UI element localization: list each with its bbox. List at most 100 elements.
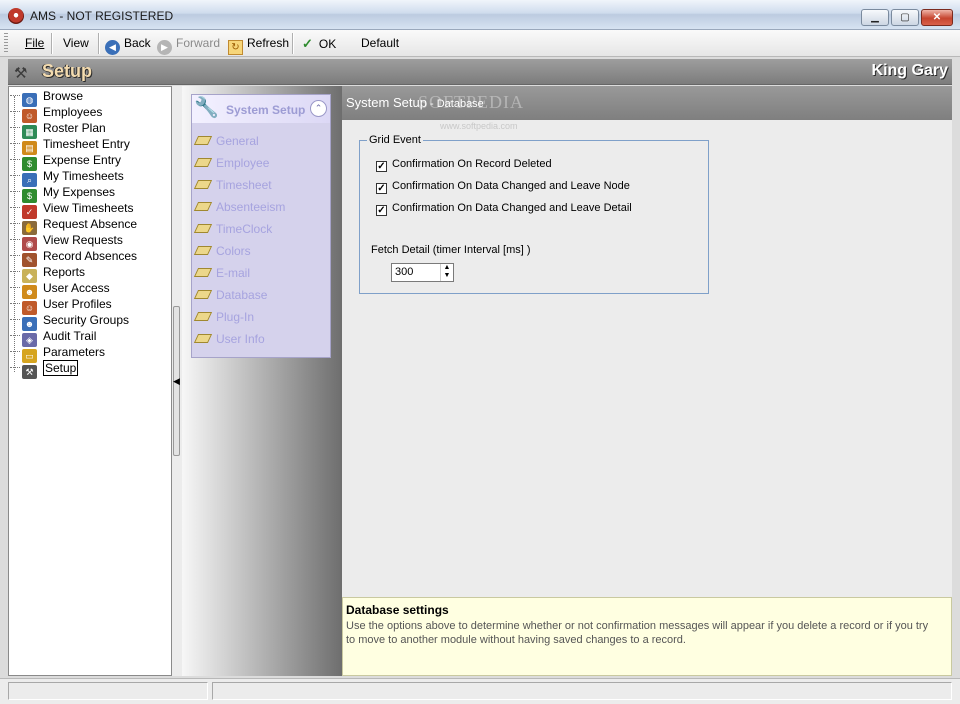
- tree-item-audit-trail[interactable]: ◈ Audit Trail: [10, 328, 97, 347]
- setup-link-label: Plug-In: [216, 310, 255, 324]
- tree-item-security-groups[interactable]: ☻ Security Groups: [10, 312, 129, 331]
- confirmation-checkbox-row[interactable]: ✓ Confirmation On Data Changed and Leave …: [376, 200, 632, 216]
- refresh-button[interactable]: ↻ Refresh: [228, 34, 289, 55]
- tree-item-browse[interactable]: ◍ Browse: [10, 88, 84, 107]
- watermark: SOFTPEDIA: [418, 92, 525, 112]
- setup-link-database[interactable]: Database: [193, 286, 267, 304]
- setup-link-label: General: [216, 134, 259, 148]
- ok-button[interactable]: ✓ OK: [302, 34, 336, 53]
- spin-up-icon[interactable]: ▲: [444, 264, 451, 271]
- tree-connector: [10, 335, 20, 336]
- setup-link-timeclock[interactable]: TimeClock: [193, 220, 273, 238]
- close-button[interactable]: ✕: [921, 9, 953, 26]
- confirmation-checkbox-row[interactable]: ✓ Confirmation On Record Deleted: [376, 156, 552, 172]
- tree-connector: [10, 287, 20, 288]
- setup-link-e-mail[interactable]: E-mail: [193, 264, 251, 282]
- tree-connector: [10, 239, 20, 240]
- setup-link-plug-in[interactable]: Plug-In: [193, 308, 255, 326]
- tree-item-label: Audit Trail: [43, 329, 97, 343]
- tree-item-reports[interactable]: ◆ Reports: [10, 264, 86, 283]
- toolbar-separator: [51, 33, 53, 54]
- tree-item-label: My Timesheets: [43, 169, 124, 183]
- tree-item-label: Setup: [43, 360, 79, 376]
- checkmark-icon: ✓: [302, 36, 313, 51]
- setup-link-user-info[interactable]: User Info: [193, 330, 265, 348]
- checkbox-label: Confirmation On Record Deleted: [392, 158, 552, 170]
- checkbox-label: Confirmation On Data Changed and Leave N…: [392, 180, 630, 192]
- tree-connector: [10, 159, 20, 160]
- tree-connector: [10, 127, 20, 128]
- checkbox-label: Confirmation On Data Changed and Leave D…: [392, 202, 632, 214]
- pencil-icon: [193, 158, 213, 167]
- checkbox[interactable]: ✓: [376, 183, 387, 194]
- tree-item-my-timesheets[interactable]: ⌕ My Timesheets: [10, 168, 124, 187]
- tree-connector: [10, 271, 20, 272]
- app-icon: [8, 8, 24, 24]
- tree-item-user-access[interactable]: ☻ User Access: [10, 280, 110, 299]
- maximize-button[interactable]: ▢: [891, 9, 919, 26]
- tree-connector: [10, 191, 20, 192]
- user-name: King Gary: [871, 62, 948, 79]
- tree-item-view-timesheets[interactable]: ✓ View Timesheets: [10, 200, 134, 219]
- setup-link-absenteeism[interactable]: Absenteeism: [193, 198, 285, 216]
- tree-item-label: Expense Entry: [43, 153, 122, 167]
- tree-item-label: Browse: [43, 89, 84, 103]
- tree-item-expense-entry[interactable]: $ Expense Entry: [10, 152, 122, 171]
- system-setup-box: 🔧 System Setup ⌃ General Employee Timeshee…: [191, 94, 331, 358]
- forward-label: Forward: [176, 36, 221, 50]
- setup-link-colors[interactable]: Colors: [193, 242, 251, 260]
- tree-item-parameters[interactable]: ▭ Parameters: [10, 344, 105, 363]
- fetch-interval-value[interactable]: 300: [395, 266, 413, 278]
- tree-item-request-absence[interactable]: ✋ Request Absence: [10, 216, 137, 235]
- tree-item-roster-plan[interactable]: ▦ Roster Plan: [10, 120, 106, 139]
- pencil-icon: [193, 224, 213, 233]
- status-pane: [212, 682, 952, 700]
- tree-item-employees[interactable]: ☺ Employees: [10, 104, 103, 123]
- collapse-up-icon[interactable]: ⌃: [310, 100, 327, 117]
- checkbox[interactable]: ✓: [376, 161, 387, 172]
- group-title: Grid Event: [367, 134, 423, 146]
- tree-item-view-requests[interactable]: ◉ View Requests: [10, 232, 123, 251]
- pencil-icon: [193, 290, 213, 299]
- file-menu[interactable]: File: [25, 34, 44, 53]
- toolbar-separator: [292, 33, 294, 54]
- spin-down-icon[interactable]: ▼: [444, 272, 451, 279]
- tree-item-record-absences[interactable]: ✎ Record Absences: [10, 248, 137, 267]
- tree-connector: [10, 175, 20, 176]
- pencil-icon: [193, 202, 213, 211]
- setup-link-label: TimeClock: [216, 222, 273, 236]
- confirmation-checkbox-row[interactable]: ✓ Confirmation On Data Changed and Leave …: [376, 178, 630, 194]
- spin-buttons[interactable]: ▲ ▼: [440, 264, 453, 281]
- tree-item-label: My Expenses: [43, 185, 116, 199]
- setup-link-label: E-mail: [216, 266, 251, 280]
- tree-item-label: Reports: [43, 265, 86, 279]
- setup-link-general[interactable]: General: [193, 132, 259, 150]
- refresh-icon: ↻: [228, 40, 243, 55]
- setup-link-timesheet[interactable]: Timesheet: [193, 176, 272, 194]
- forward-button[interactable]: ▶ Forward: [157, 34, 221, 55]
- tree-item-timesheet-entry[interactable]: ▤ Timesheet Entry: [10, 136, 130, 155]
- setup-link-label: Employee: [216, 156, 270, 170]
- minimize-button[interactable]: ▁: [861, 9, 889, 26]
- help-panel: Database settings Use the options above …: [342, 597, 952, 676]
- setup-link-employee[interactable]: Employee: [193, 154, 270, 172]
- fetch-interval-stepper[interactable]: 300 ▲ ▼: [391, 263, 454, 282]
- tree-item-label: Employees: [43, 105, 103, 119]
- default-button[interactable]: Default: [361, 34, 399, 53]
- tree-item-setup[interactable]: ⚒ Setup: [10, 360, 79, 379]
- toolbar-separator: [98, 33, 100, 54]
- toolbar-grip[interactable]: [4, 33, 8, 54]
- tree-connector: [10, 223, 20, 224]
- setup-link-label: Colors: [216, 244, 251, 258]
- system-setup-header[interactable]: 🔧 System Setup ⌃: [192, 95, 330, 123]
- tree-item-user-profiles[interactable]: ☺ User Profiles: [10, 296, 112, 315]
- tree-item-label: Timesheet Entry: [43, 137, 130, 151]
- checkbox[interactable]: ✓: [376, 205, 387, 216]
- back-arrow-icon: ◀: [105, 40, 120, 55]
- tools-icon: ⚒: [14, 65, 28, 82]
- back-button[interactable]: ◀ Back: [105, 34, 151, 55]
- collapse-left-icon[interactable]: ◀: [173, 376, 180, 387]
- view-menu[interactable]: View: [63, 34, 89, 53]
- tools-icon: ⚒: [22, 365, 37, 379]
- tree-item-my-expenses[interactable]: $ My Expenses: [10, 184, 116, 203]
